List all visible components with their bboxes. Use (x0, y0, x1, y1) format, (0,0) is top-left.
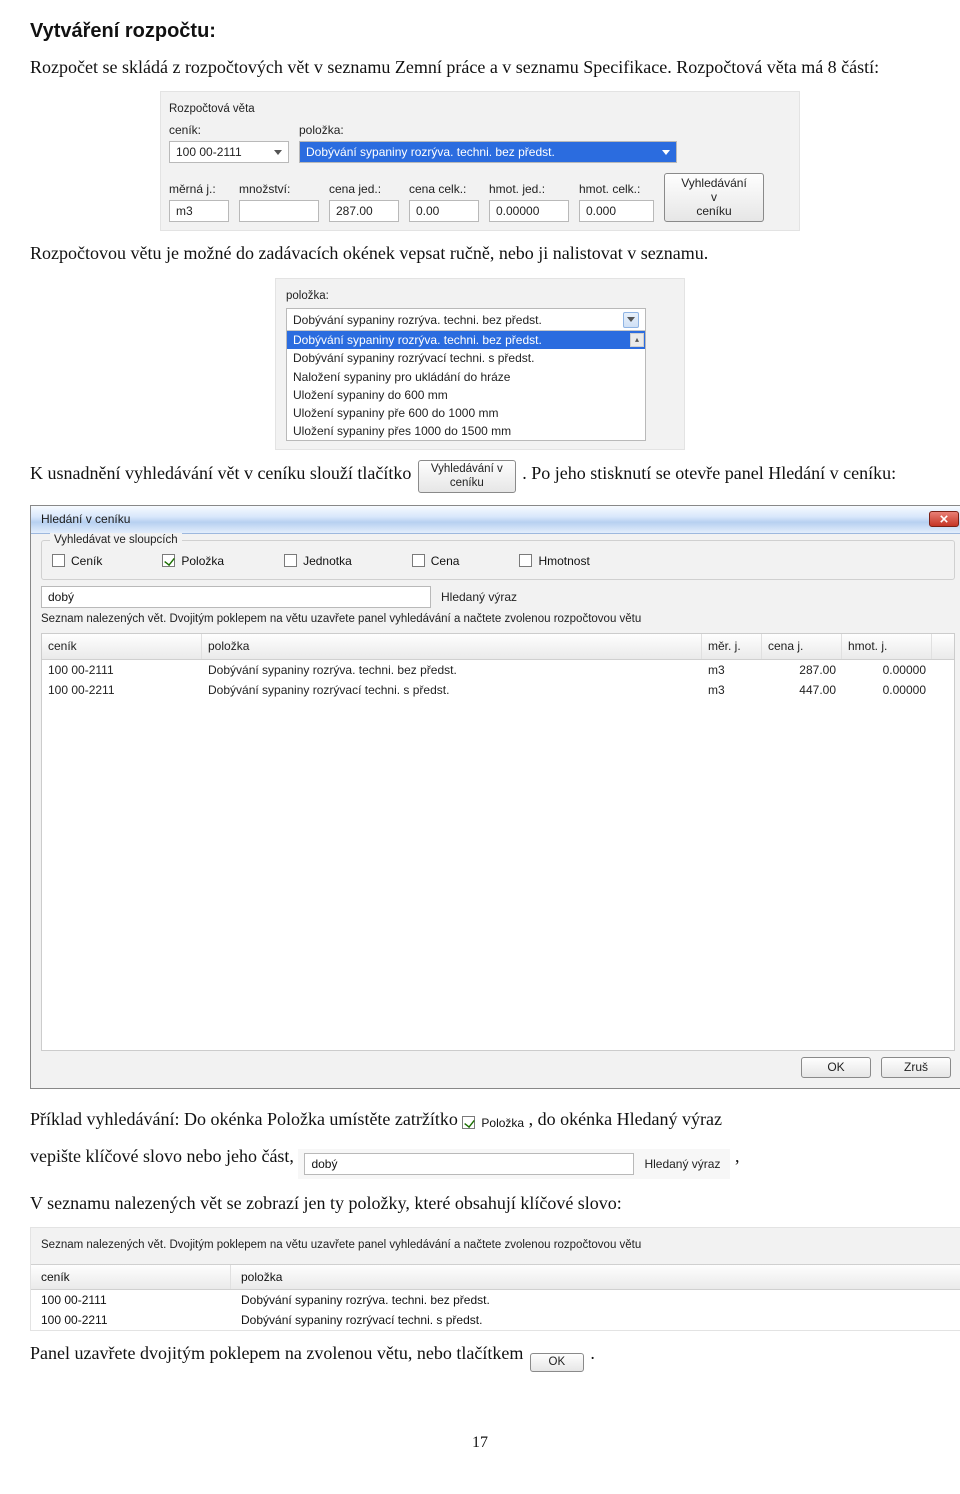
combo-polozka[interactable]: Dobývání sypaniny rozrýva. techni. bez p… (299, 141, 677, 163)
label-mnozstvi: množství: (239, 181, 319, 197)
col-merj[interactable]: měr. j. (702, 634, 762, 658)
intro-paragraph-1: Rozpočet se skládá z rozpočtových vět v … (30, 55, 930, 79)
search-pricelist-button[interactable]: Vyhledávání v ceníku (664, 173, 764, 222)
input-hmotjed[interactable]: 0.00000 (489, 200, 569, 222)
sentence-results: V seznamu nalezených vět se zobrazí jen … (30, 1191, 930, 1215)
chevron-down-icon (623, 312, 639, 328)
col-cenik-2[interactable]: ceník (31, 1265, 231, 1289)
sentence-example-2: vepište klíčové slovo nebo jeho část, do… (30, 1144, 930, 1179)
search-pricelist-button-inline[interactable]: Vyhledávání v ceníku (418, 460, 516, 492)
close-button[interactable] (929, 511, 959, 527)
label-dropdown-polozka: položka: (286, 289, 674, 305)
dialog-search-pricelist: Hledání v ceníku Vyhledávat ve sloupcích… (30, 505, 960, 1090)
checkbox-icon (412, 554, 425, 567)
checkbox-label: Jednotka (303, 553, 352, 569)
checkbox-jednotka[interactable]: Jednotka (284, 553, 352, 569)
col-polozka-2[interactable]: položka (231, 1265, 960, 1289)
dropdown-option[interactable]: Uložení sypaniny přes 1000 do 1500 mm (287, 422, 645, 440)
input-cenacelk[interactable]: 0.00 (409, 200, 479, 222)
input-cenajed[interactable]: 287.00 (329, 200, 399, 222)
cancel-button[interactable]: Zruš (881, 1057, 951, 1079)
group-search-columns: Vyhledávat ve sloupcích CeníkPoložkaJedn… (41, 540, 955, 580)
checkbox-icon (52, 554, 65, 567)
panel-budget-item-title: Rozpočtová věta (169, 102, 791, 118)
checkbox-icon (519, 554, 532, 567)
label-cenacelk: cena celk.: (409, 181, 479, 197)
label-hmotjed: hmot. jed.: (489, 181, 569, 197)
checkbox-položka[interactable]: Položka (162, 553, 224, 569)
label-polozka-inline: Položka (481, 1115, 524, 1131)
label-cenajed: cena jed.: (329, 181, 399, 197)
label-merna: měrná j.: (169, 181, 229, 197)
dropdown-polozka[interactable]: Dobývání sypaniny rozrýva. techni. bez p… (286, 308, 646, 441)
label-cenik: ceník: (169, 122, 289, 138)
group-search-columns-label: Vyhledávat ve sloupcích (50, 533, 182, 549)
chevron-down-icon (662, 150, 670, 155)
checkbox-label: Ceník (71, 553, 102, 569)
dropdown-option[interactable]: Uložení sypaniny do 600 mm (287, 386, 645, 404)
sentence-search-button: K usnadnění vyhledávání vět v ceníku slo… (30, 460, 930, 492)
table-row[interactable]: 100 00-2111Dobývání sypaniny rozrýva. te… (31, 1290, 960, 1310)
dropdown-option[interactable]: Dobývání sypaniny rozrývací techni. s př… (287, 349, 645, 367)
table-row[interactable]: 100 00-2211Dobývání sypaniny rozrývací t… (31, 1310, 960, 1330)
combo-cenik-value: 100 00-2111 (176, 144, 242, 160)
page-number: 17 (30, 1432, 930, 1454)
scroll-up-icon: ▴ (630, 333, 644, 347)
combo-polozka-value: Dobývání sypaniny rozrýva. techni. bez p… (306, 144, 555, 160)
inline-chip-polozka: Položka (462, 1115, 524, 1131)
label-hmotcelk: hmot. celk.: (579, 181, 654, 197)
col-cenik[interactable]: ceník (42, 634, 202, 658)
dropdown-option[interactable]: Dobývání sypaniny rozrýva. techni. bez p… (287, 331, 645, 349)
results-table: ceník položka měr. j. cena j. hmot. j. 1… (41, 633, 955, 1050)
dropdown-option[interactable]: Uložení sypaniny pře 600 do 1000 mm (287, 404, 645, 422)
dropdown-polozka-trigger-text: Dobývání sypaniny rozrýva. techni. bez p… (293, 312, 542, 328)
table-row[interactable]: 100 00-2211Dobývání sypaniny rozrývací t… (42, 680, 954, 700)
dropdown-option[interactable]: Naložení sypaniny pro ukládání do hráze (287, 368, 645, 386)
col-hmotj[interactable]: hmot. j. (842, 634, 932, 658)
panel-budget-item: Rozpočtová věta ceník: 100 00-2111 polož… (160, 91, 800, 231)
checkbox-icon (162, 554, 175, 567)
checkbox-polozka-inline[interactable] (462, 1116, 475, 1129)
checkbox-label: Hmotnost (538, 553, 589, 569)
input-mnozstvi[interactable] (239, 200, 319, 222)
sentence-close: Panel uzavřete dvojitým poklepem na zvol… (30, 1341, 930, 1372)
checkbox-label: Cena (431, 553, 460, 569)
checkbox-hmotnost[interactable]: Hmotnost (519, 553, 589, 569)
col-cenaj[interactable]: cena j. (762, 634, 842, 658)
checkbox-ceník[interactable]: Ceník (52, 553, 102, 569)
ok-button[interactable]: OK (801, 1057, 871, 1079)
chevron-down-icon (274, 150, 282, 155)
input-hmotcelk[interactable]: 0.000 (579, 200, 654, 222)
combo-cenik[interactable]: 100 00-2111 (169, 141, 289, 163)
inline-search-label: Hledaný výraz (644, 1156, 720, 1172)
ok-button-inline[interactable]: OK (530, 1353, 584, 1372)
table-row[interactable]: 100 00-2111Dobývání sypaniny rozrýva. te… (42, 660, 954, 680)
hint-double-click: Seznam nalezených vět. Dvojitým poklepem… (41, 612, 955, 628)
inline-chip-expression: dobý Hledaný výraz (298, 1149, 730, 1179)
sentence-example-1: Příklad vyhledávání: Do okénka Položka u… (30, 1107, 930, 1131)
col-polozka[interactable]: položka (202, 634, 702, 658)
label-search-expression: Hledaný výraz (441, 589, 517, 605)
label-polozka: položka: (299, 122, 677, 138)
dialog-title: Hledání v ceníku (41, 511, 130, 527)
page-title: Vytváření rozpočtu: (30, 18, 930, 45)
intro-paragraph-2: Rozpočtovou větu je možné do zadávacích … (30, 241, 930, 265)
search-input[interactable]: dobý (41, 586, 431, 608)
inline-search-input[interactable]: dobý (304, 1153, 634, 1175)
checkbox-icon (284, 554, 297, 567)
input-merna[interactable]: m3 (169, 200, 229, 222)
panel-dropdown-polozka: položka: Dobývání sypaniny rozrýva. tech… (275, 278, 685, 451)
dialog-titlebar[interactable]: Hledání v ceníku (31, 506, 960, 534)
close-icon (940, 515, 948, 523)
hint-double-click-2: Seznam nalezených vět. Dvojitým poklepem… (31, 1232, 960, 1258)
checkbox-label: Položka (181, 553, 224, 569)
checkbox-cena[interactable]: Cena (412, 553, 460, 569)
panel-filtered-results: Seznam nalezených vět. Dvojitým poklepem… (30, 1227, 960, 1331)
